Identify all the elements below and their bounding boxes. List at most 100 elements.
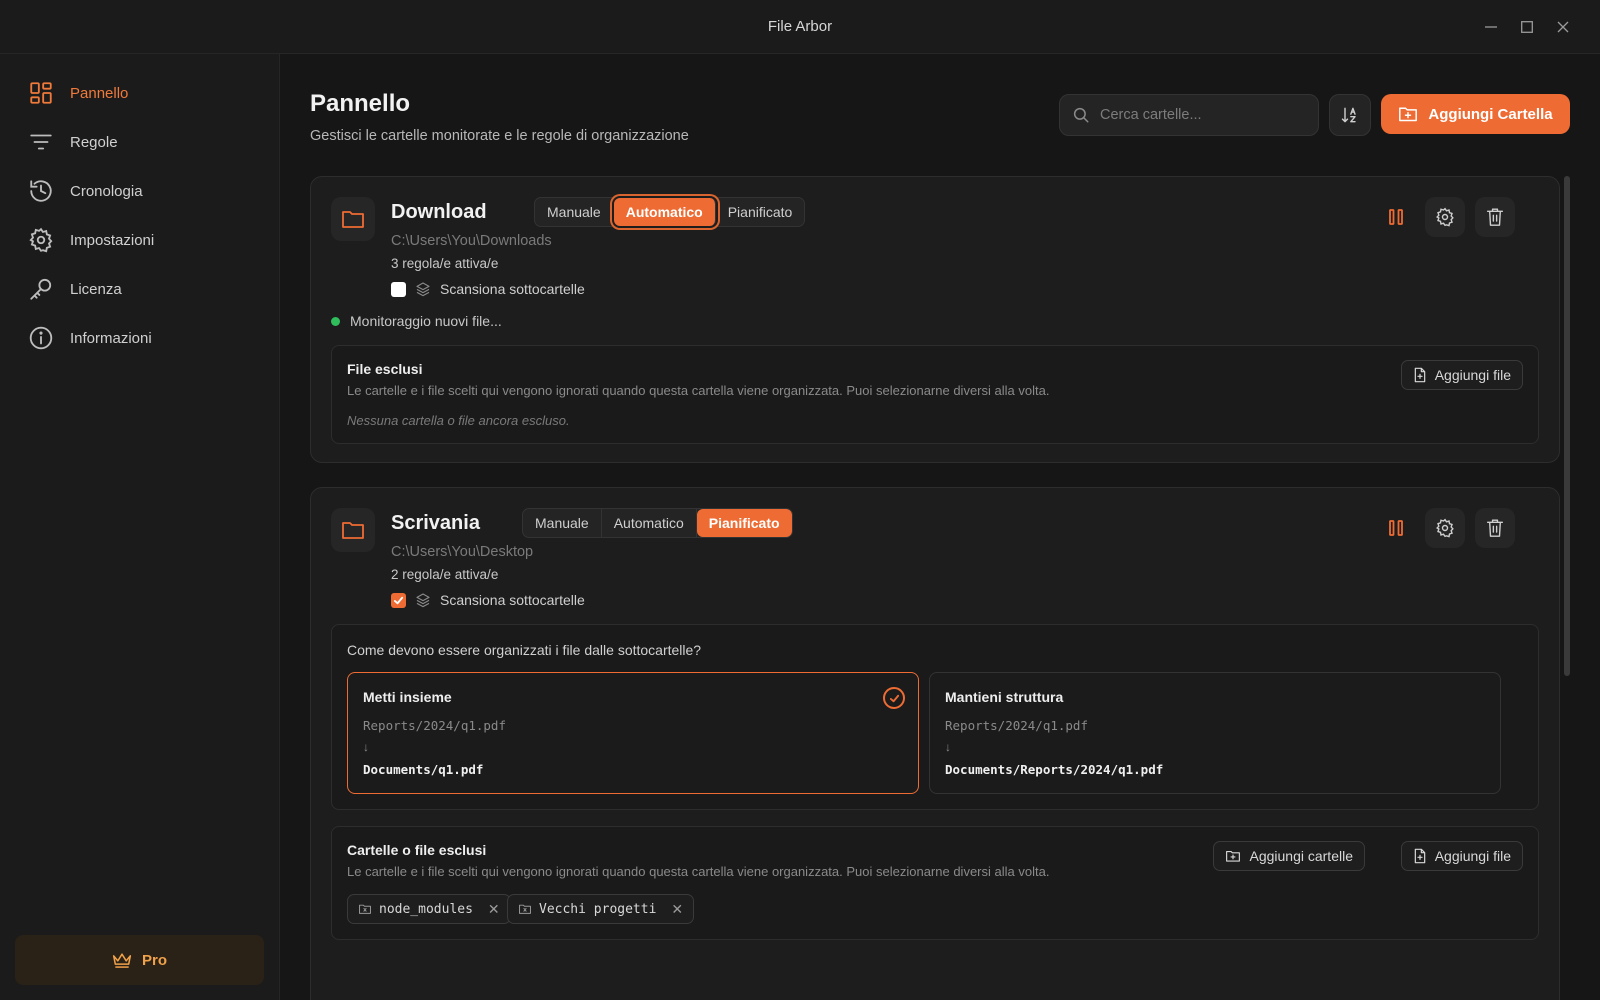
sidebar-item-label: Informazioni (70, 329, 152, 347)
excluded-chip: node_modules ✕ (347, 894, 511, 924)
window-title: File Arbor (767, 18, 833, 35)
excluded-item-name: Vecchi progetti (539, 901, 657, 917)
remove-icon[interactable]: ✕ (671, 901, 683, 918)
option-source-path: Reports/2024/q1.pdf (945, 718, 1088, 733)
checkmark-icon (393, 596, 404, 604)
scrollbar[interactable] (1564, 176, 1570, 676)
arrow-down-icon: ↓ (363, 740, 369, 754)
folder-x-icon (359, 904, 371, 914)
folder-name: Download (391, 201, 487, 223)
crown-icon (112, 953, 132, 968)
pause-button[interactable] (1376, 197, 1416, 237)
folder-rules-count: 3 regola/e attiva/e (391, 256, 499, 271)
folder-x-icon (519, 904, 531, 914)
option-source-path: Reports/2024/q1.pdf (363, 718, 506, 733)
folder-plus-icon (1399, 107, 1418, 122)
minimize-icon[interactable] (1480, 16, 1502, 38)
folder-settings-button[interactable] (1425, 508, 1465, 548)
status-dot (331, 316, 340, 326)
sidebar-item-impostazioni[interactable]: Impostazioni (28, 223, 258, 257)
sidebar-item-licenza[interactable]: Licenza (28, 272, 258, 306)
add-folder-button[interactable]: Aggiungi Cartella (1381, 94, 1570, 134)
selected-check-icon (883, 687, 905, 709)
monitor-status: Monitoraggio nuovi file... (331, 313, 502, 329)
sidebar-item-label: Licenza (70, 280, 122, 298)
sidebar-item-informazioni[interactable]: Informazioni (28, 321, 258, 355)
excluded-description: Le cartelle e i file scelti qui vengono … (347, 864, 1050, 879)
option-metti-insieme[interactable]: Metti insieme Reports/2024/q1.pdf ↓ Docu… (347, 672, 919, 794)
mode-manuale[interactable]: Manuale (535, 198, 614, 226)
option-destination-path: Documents/q1.pdf (363, 762, 484, 777)
sidebar-item-label: Pannello (70, 84, 129, 102)
mode-pianificato[interactable]: Pianificato (696, 509, 792, 537)
subfolder-organize-panel: Come devono essere organizzati i file da… (331, 624, 1539, 810)
filter-icon (30, 134, 52, 150)
excluded-items-panel: Cartelle o file esclusi Le cartelle e i … (331, 826, 1539, 940)
excluded-title: File esclusi (347, 361, 423, 377)
arrow-down-icon: ↓ (945, 740, 951, 754)
add-file-button[interactable]: Aggiungi file (1400, 360, 1523, 390)
excluded-description: Le cartelle e i file scelti qui vengono … (347, 383, 1050, 398)
layers-icon (416, 282, 430, 297)
layers-icon (416, 593, 430, 608)
scan-subfolders-label: Scansiona sottocartelle (440, 281, 585, 297)
file-plus-icon (1414, 367, 1425, 383)
sidebar-item-cronologia[interactable]: Cronologia (28, 174, 258, 208)
mode-automatico[interactable]: Automatico (602, 509, 697, 537)
excluded-title: Cartelle o file esclusi (347, 842, 487, 858)
title-bar: File Arbor (0, 0, 1600, 54)
folder-name: Scrivania (391, 512, 480, 534)
excluded-item-name: node_modules (379, 901, 473, 917)
gear-icon (1436, 518, 1454, 538)
add-file-button[interactable]: Aggiungi file (1400, 841, 1523, 871)
scan-subfolders-checkbox[interactable] (391, 592, 406, 608)
add-file-label: Aggiungi file (1434, 848, 1511, 864)
search-box[interactable] (1059, 94, 1319, 136)
option-title: Metti insieme (363, 689, 452, 705)
pause-button[interactable] (1376, 508, 1416, 548)
mode-manuale[interactable]: Manuale (523, 509, 602, 537)
delete-folder-button[interactable] (1475, 508, 1515, 548)
folder-settings-button[interactable] (1425, 197, 1465, 237)
sidebar: Pannello Regole Cronologia Impostazioni … (0, 54, 280, 1000)
info-icon (29, 326, 53, 350)
main-content: Pannello Gestisci le cartelle monitorate… (280, 54, 1600, 1000)
add-folders-button[interactable]: Aggiungi cartelle (1213, 841, 1365, 871)
scan-subfolders-row: Scansiona sottocartelle (391, 281, 585, 297)
search-icon (1073, 107, 1089, 123)
mode-selector: Manuale Automatico Pianificato (522, 508, 793, 538)
folder-card-download: Download Manuale Automatico Pianificato … (310, 176, 1560, 463)
organize-question: Come devono essere organizzati i file da… (347, 642, 702, 658)
scan-subfolders-checkbox[interactable] (391, 281, 406, 297)
pro-button[interactable]: Pro (15, 935, 264, 985)
delete-folder-button[interactable] (1475, 197, 1515, 237)
sidebar-item-pannello[interactable]: Pannello (28, 76, 258, 110)
scan-subfolders-label: Scansiona sottocartelle (440, 592, 585, 608)
excluded-chip: Vecchi progetti ✕ (507, 894, 695, 924)
maximize-icon[interactable] (1516, 16, 1538, 38)
folder-card-scrivania: Scrivania Manuale Automatico Pianificato… (310, 487, 1560, 1000)
add-folders-label: Aggiungi cartelle (1249, 848, 1353, 864)
sort-az-icon (1341, 107, 1356, 123)
folder-rules-count: 2 regola/e attiva/e (391, 567, 499, 582)
trash-icon (1486, 519, 1504, 537)
dashboard-icon (30, 82, 52, 104)
history-icon (30, 180, 52, 202)
search-input[interactable] (1100, 107, 1300, 123)
gear-icon (29, 227, 53, 253)
mode-automatico[interactable]: Automatico (613, 198, 716, 226)
option-mantieni-struttura[interactable]: Mantieni struttura Reports/2024/q1.pdf ↓… (929, 672, 1501, 794)
mode-selector: Manuale Automatico Pianificato (534, 197, 806, 227)
remove-icon[interactable]: ✕ (488, 901, 500, 918)
sidebar-item-regole[interactable]: Regole (28, 125, 258, 159)
trash-icon (1486, 208, 1504, 226)
folder-plus-icon (1226, 850, 1241, 862)
mode-pianificato[interactable]: Pianificato (716, 198, 805, 226)
pause-icon (1389, 520, 1403, 536)
sort-button[interactable] (1329, 94, 1371, 136)
close-icon[interactable] (1552, 16, 1574, 38)
file-plus-icon (1414, 848, 1425, 864)
page-title: Pannello (310, 90, 411, 117)
excluded-empty-text: Nessuna cartella o file ancora escluso. (347, 413, 570, 428)
status-text: Monitoraggio nuovi file... (350, 313, 502, 329)
